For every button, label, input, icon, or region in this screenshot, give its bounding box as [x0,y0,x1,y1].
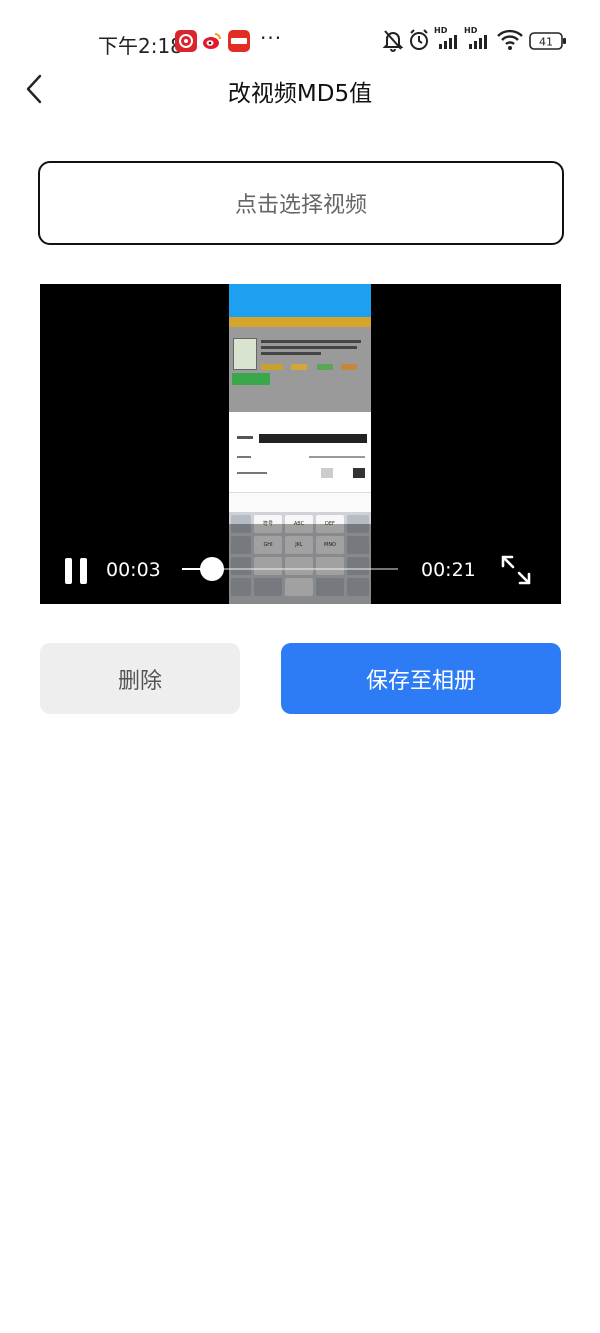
total-time: 00:21 [421,559,476,581]
alarm-icon [408,28,430,56]
fullscreen-icon [500,555,532,590]
hd-signal-icon: HD [434,24,462,56]
bell-muted-icon [382,28,404,56]
delete-button[interactable]: 删除 [40,643,240,714]
battery-level: 41 [539,36,553,49]
status-time: 下午2:18 [98,34,183,58]
app-red-icon [175,30,197,52]
more-dots-icon: ··· [260,26,283,50]
hd-label: HD [434,26,448,35]
select-video-placeholder: 点击选择视频 [234,193,367,218]
video-player[interactable]: 符号 ABC DEF GHI JKL MNO 00:03 00:21 [40,284,561,604]
page-title: 改视频MD5值 [227,81,373,107]
wifi-icon [497,29,523,55]
pinduoduo-icon [228,30,250,52]
pause-button[interactable] [65,558,89,584]
seek-bar[interactable] [182,557,398,581]
save-to-album-button[interactable]: 保存至相册 [281,643,561,714]
current-time: 00:03 [106,559,161,581]
weibo-icon [201,30,223,52]
status-bar: 下午2:18 ··· HD HD 41 [0,0,600,80]
fullscreen-button[interactable] [500,554,532,586]
select-video-field[interactable]: 点击选择视频 [38,161,564,245]
hd-signal-icon: HD [464,24,492,56]
hd-label: HD [464,26,478,35]
battery-icon: 41 [529,32,567,54]
